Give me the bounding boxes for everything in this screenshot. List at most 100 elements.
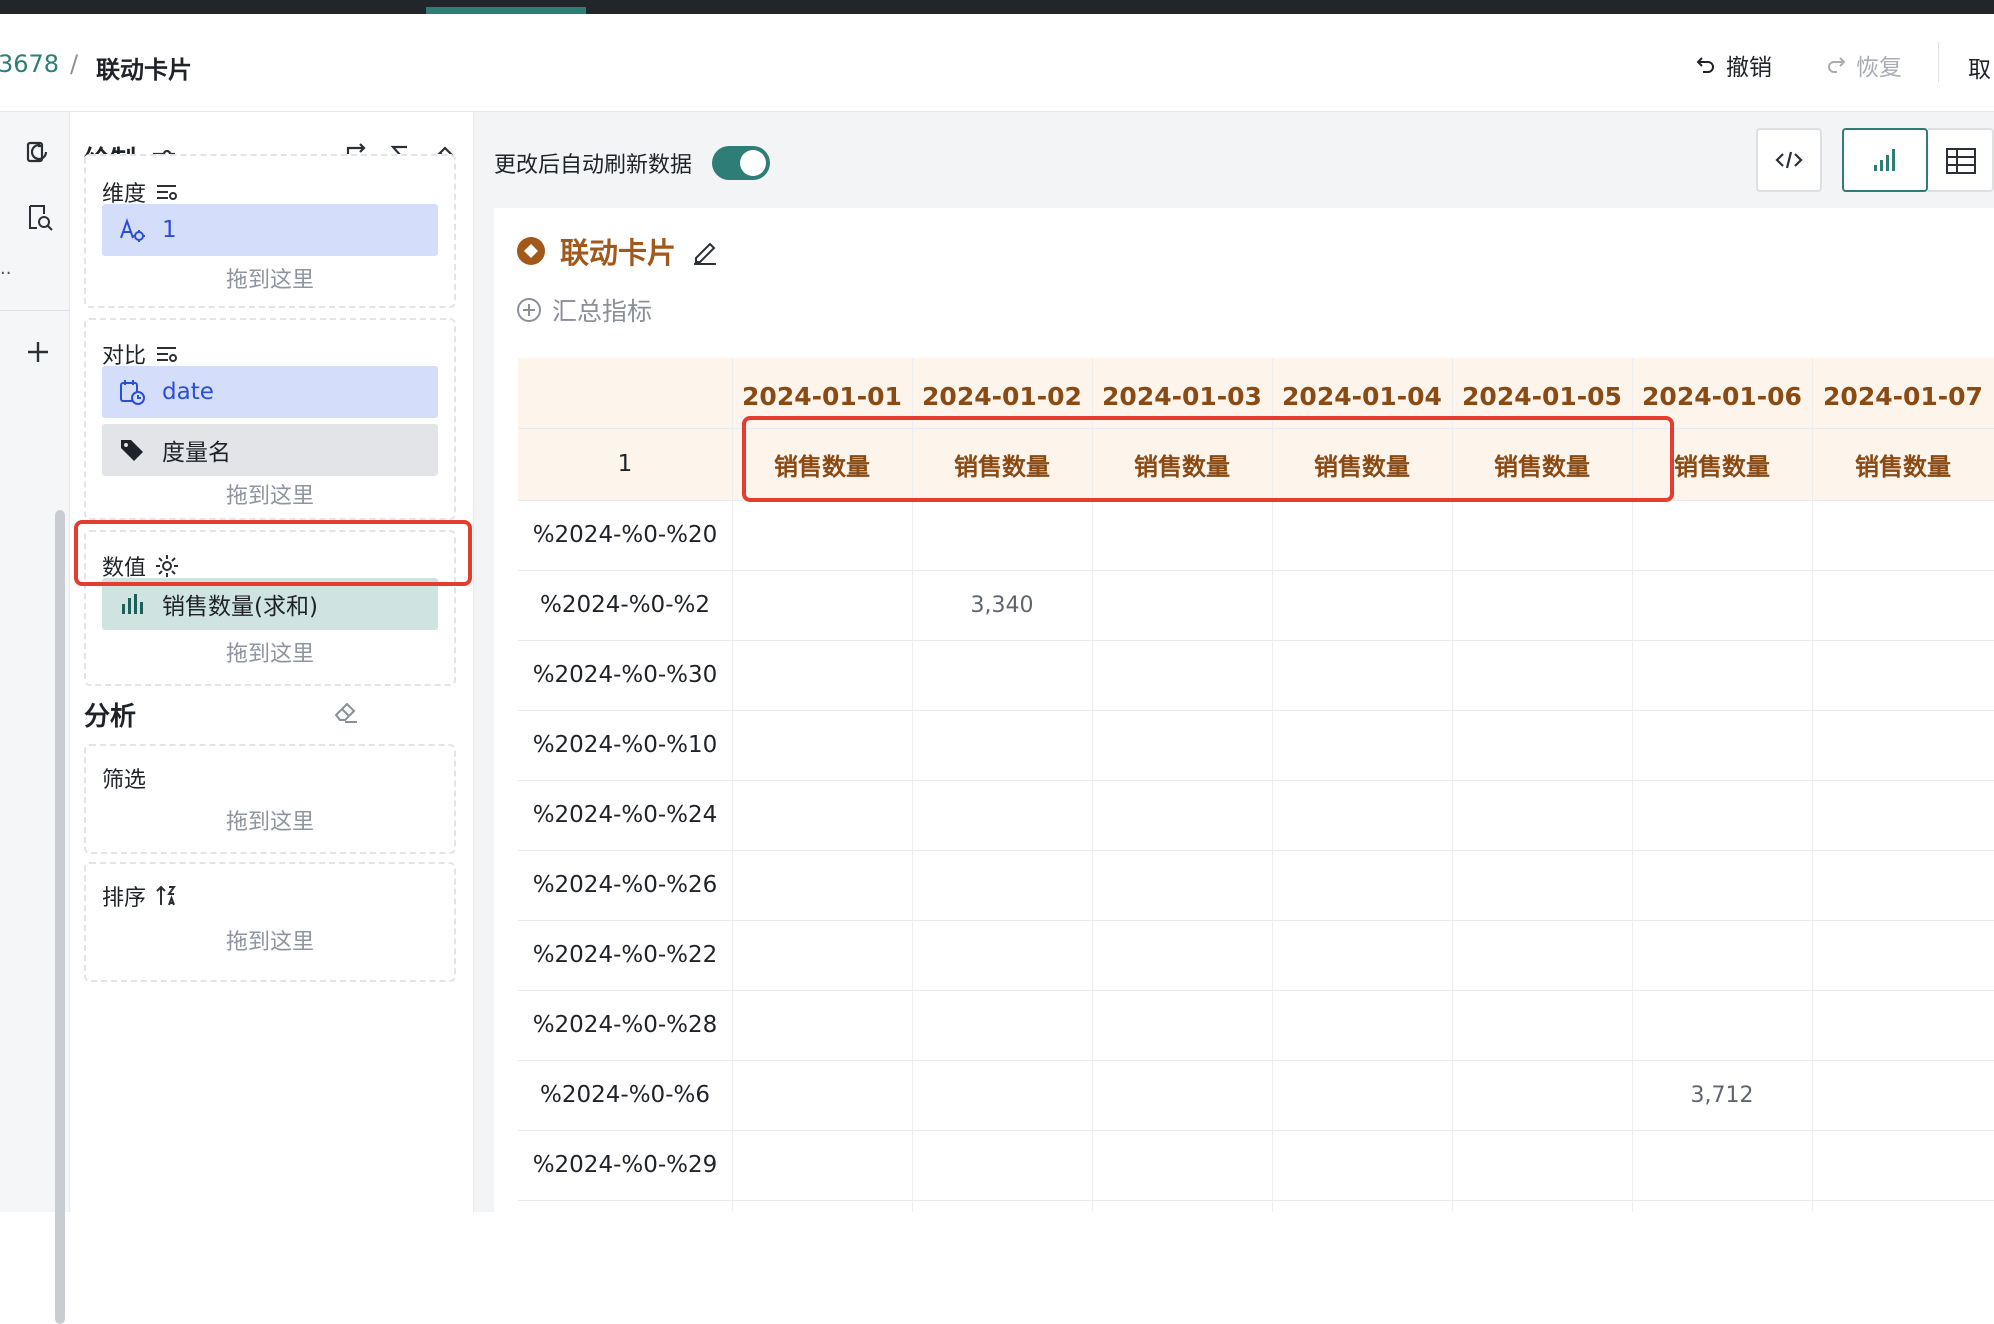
value-measure-label: 销售数量(求和): [162, 594, 318, 620]
table-cell: [912, 990, 1092, 1060]
table-cell: [1092, 1060, 1272, 1130]
rail-scrollbar[interactable]: [55, 510, 65, 1324]
auto-refresh-row: 更改后自动刷新数据: [494, 146, 771, 180]
add-icon[interactable]: [22, 336, 54, 368]
table-cell: [912, 1130, 1092, 1200]
table-cell: [1092, 780, 1272, 850]
dimension-section[interactable]: 维度 1 拖到这里: [84, 154, 456, 308]
code-view-button[interactable]: [1756, 128, 1822, 192]
table-cell: 3,712: [1690, 1082, 1754, 1108]
table-cell: [1092, 990, 1272, 1060]
table-cell: [912, 640, 1092, 710]
table-cell: [1452, 640, 1632, 710]
table-cell: [732, 570, 912, 640]
chart-view-button[interactable]: [1842, 128, 1928, 192]
undo-button[interactable]: 撤销: [1694, 48, 1772, 82]
filter-section[interactable]: 筛选 拖到这里: [84, 744, 456, 854]
table-cell: [1452, 780, 1632, 850]
analysis-title: 分析: [84, 702, 137, 732]
plus-circle-icon: [517, 298, 541, 322]
redo-icon: [1828, 57, 1846, 73]
table-row-label: %2024-%0-%24: [532, 802, 718, 828]
table-row-label: %2024-%0-%22: [532, 942, 718, 968]
table-cell: [1812, 780, 1994, 850]
highlight-box-measure-name: [74, 520, 472, 586]
table-cell: [732, 1130, 912, 1200]
compare-drop-hint: 拖到这里: [225, 484, 314, 509]
page-title: 联动卡片: [96, 56, 192, 84]
rail-divider: [0, 310, 70, 311]
table-cell: [1272, 1130, 1452, 1200]
table-row-label: %2024-%0-%2: [540, 592, 710, 618]
sum-metric-button[interactable]: 汇总指标: [516, 292, 652, 328]
column-divider: [1812, 358, 1813, 1212]
edit-icon[interactable]: [690, 236, 720, 266]
redo-button[interactable]: 恢复: [1824, 48, 1902, 82]
table-view-button[interactable]: [1928, 128, 1994, 192]
auto-refresh-label: 更改后自动刷新数据: [494, 153, 693, 178]
table-cell: [1452, 1130, 1632, 1200]
left-rail: ..: [0, 112, 70, 1324]
sum-metric-label: 汇总指标: [552, 297, 653, 326]
table-cell: [732, 640, 912, 710]
table-row-label: %2024-%0-%29: [532, 1152, 718, 1178]
dimension-drop-hint: 拖到这里: [225, 268, 314, 293]
table-cell: [1272, 710, 1452, 780]
compare-date-chip[interactable]: date: [102, 366, 438, 418]
table-cell: [1272, 920, 1452, 990]
table-cell: [1272, 780, 1452, 850]
sort-title: 排序: [102, 880, 180, 912]
table-cell: [1092, 570, 1272, 640]
dimension-field-label: 1: [162, 217, 177, 243]
refresh-dataset-icon[interactable]: [22, 138, 54, 170]
table-cell: [1452, 500, 1632, 570]
table-cell: [1632, 920, 1812, 990]
table-cell: [732, 500, 912, 570]
row-divider: [518, 1200, 1994, 1201]
header-divider: [1938, 42, 1939, 82]
table-cell: [732, 710, 912, 780]
table-cell: [912, 710, 1092, 780]
list-settings-icon[interactable]: [154, 179, 180, 205]
chart-type-icon: [517, 237, 545, 265]
preview-search-icon[interactable]: [24, 202, 56, 234]
column-divider: [732, 358, 733, 1212]
tag-icon: [121, 440, 143, 461]
table-cell: [912, 780, 1092, 850]
table-cell: [912, 1060, 1092, 1130]
header: 3678 / 联动卡片 撤销 恢复 取: [0, 14, 1994, 112]
sort-section[interactable]: 排序 拖到这里: [84, 862, 456, 982]
table-corner-label: 1: [617, 451, 633, 477]
table-row-label: %2024-%0-%20: [532, 522, 718, 548]
eraser-icon[interactable]: [332, 698, 360, 726]
toggle-knob: [740, 150, 767, 176]
active-tab-indicator: [426, 7, 586, 14]
auto-refresh-toggle[interactable]: [712, 146, 771, 180]
list-settings-icon[interactable]: [154, 341, 180, 367]
breadcrumb-id-link[interactable]: 3678: [0, 50, 59, 78]
compare-section[interactable]: 对比 date 度量名 拖到这里: [84, 318, 456, 520]
table-cell: [1272, 500, 1452, 570]
table-cell: [1452, 850, 1632, 920]
bar-chart-icon: [1874, 149, 1895, 171]
table-cell: [1632, 570, 1812, 640]
sort-ascending-icon[interactable]: [154, 883, 180, 909]
table-cell: [912, 850, 1092, 920]
table-cell: [1092, 850, 1272, 920]
dimension-field-chip[interactable]: 1: [102, 204, 438, 256]
table-cell: [1812, 1060, 1994, 1130]
compare-measure-name-chip[interactable]: 度量名: [102, 424, 438, 476]
sort-drop-hint: 拖到这里: [225, 930, 314, 955]
rail-ellipsis: ..: [0, 258, 12, 279]
table-cell: [1632, 640, 1812, 710]
calendar-clock-icon: [120, 380, 145, 405]
table-cell: [732, 780, 912, 850]
undo-label: 撤销: [1726, 55, 1772, 81]
table-row-label: %2024-%0-%26: [532, 872, 718, 898]
table-cell: [1452, 920, 1632, 990]
cancel-button[interactable]: 取: [1968, 50, 1991, 84]
value-drop-hint: 拖到这里: [225, 642, 314, 667]
table-cell: [1812, 920, 1994, 990]
text-field-icon: [120, 217, 145, 242]
compare-measure-name-label: 度量名: [162, 440, 231, 466]
